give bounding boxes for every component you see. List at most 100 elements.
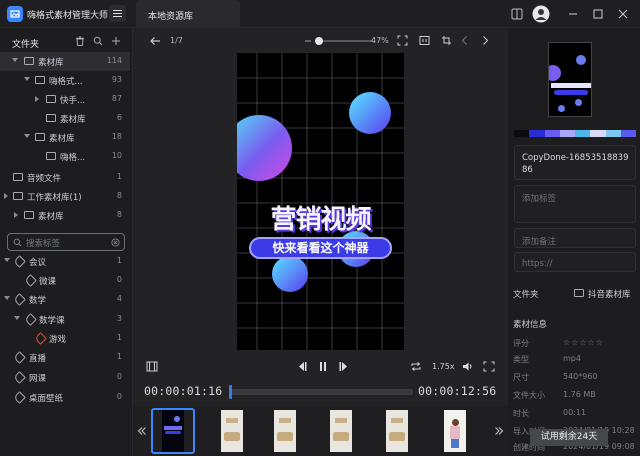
crop-icon[interactable]: [441, 35, 452, 46]
tree-item-count: 6: [116, 113, 122, 122]
tree-item[interactable]: 音频文件 1: [0, 168, 130, 187]
color-swatch[interactable]: [544, 130, 560, 137]
thumbnail-item[interactable]: [263, 408, 307, 454]
chevron-down-icon[interactable]: [12, 58, 18, 62]
tree-item[interactable]: 素材库 18: [0, 128, 130, 147]
tag-item[interactable]: 数学 4: [0, 290, 130, 309]
prev-frame-icon[interactable]: [296, 361, 308, 372]
minimize-icon[interactable]: [566, 7, 580, 21]
chevron-right-icon[interactable]: [480, 35, 490, 46]
double-chevron-right-icon[interactable]: [494, 426, 504, 436]
color-swatch[interactable]: [605, 130, 621, 137]
thumbnail-item[interactable]: [375, 408, 419, 454]
playback-controls: 1.75x: [133, 356, 508, 376]
thumbnail-item[interactable]: [433, 408, 477, 454]
filename-field[interactable]: CopyDone-1685351883986: [514, 145, 636, 180]
color-swatch[interactable]: [514, 130, 530, 137]
thumbnail-item[interactable]: [319, 408, 363, 454]
tree-item[interactable]: 工作素材库(1) 8: [0, 187, 130, 206]
playback-speed[interactable]: 1.75x: [432, 362, 455, 371]
video-preview[interactable]: 营销视频 快来看看这个神器: [237, 53, 404, 350]
rating-stars[interactable]: ☆☆☆☆☆: [563, 338, 604, 347]
tag-item[interactable]: 数学课 3: [0, 310, 130, 329]
sidebar-toggle-icon[interactable]: [510, 7, 524, 21]
tag-item[interactable]: 直播 1: [0, 348, 130, 367]
tag-item[interactable]: 微课 0: [0, 271, 130, 290]
info-value: 00:11: [563, 408, 587, 417]
chevron-down-icon[interactable]: [4, 296, 10, 300]
folder-value[interactable]: 抖音素材库: [588, 288, 631, 300]
url-field[interactable]: https://: [514, 252, 636, 272]
chevron-down-icon[interactable]: [24, 77, 30, 81]
info-value: 540*960: [563, 372, 598, 381]
folder-icon: [24, 211, 34, 219]
chevron-right-icon[interactable]: [14, 212, 18, 218]
trash-icon[interactable]: [75, 36, 85, 46]
tree-item[interactable]: 素材库 8: [0, 206, 130, 225]
tree-item[interactable]: 快手... 87: [0, 90, 130, 109]
tree-item-label: 工作素材库(1): [27, 193, 82, 203]
tab-local-library[interactable]: 本地资源库: [136, 0, 240, 28]
color-swatch[interactable]: [529, 130, 545, 137]
preview-thumbnail: [548, 42, 592, 117]
thumbnail-item[interactable]: [210, 408, 254, 454]
tree-item[interactable]: 素材库 114: [0, 52, 130, 71]
tag-search-input[interactable]: 搜索标签: [7, 233, 125, 251]
tag-count: 1: [116, 352, 122, 361]
tag-field[interactable]: 添加标签: [514, 185, 636, 223]
playhead-handle[interactable]: [229, 385, 232, 399]
volume-icon[interactable]: [462, 361, 474, 372]
storyboard-icon[interactable]: [146, 361, 158, 372]
next-frame-icon[interactable]: [338, 361, 350, 372]
tree-item-count: 1: [116, 172, 122, 181]
search-icon[interactable]: [93, 36, 103, 46]
avatar[interactable]: [532, 5, 550, 23]
tree-item[interactable]: 嗨格式... 93: [0, 71, 130, 90]
tag-item[interactable]: 会议 1: [0, 252, 130, 271]
tag-icon: [13, 351, 26, 364]
trial-badge[interactable]: 试用剩余24天: [530, 429, 608, 446]
tag-label: 微课: [39, 277, 57, 287]
current-time: 00:00:01:16: [144, 384, 223, 398]
color-swatch[interactable]: [559, 130, 575, 137]
tag-count: 4: [116, 294, 122, 303]
chevron-down-icon[interactable]: [4, 258, 10, 262]
color-swatch[interactable]: [590, 130, 606, 137]
loop-icon[interactable]: [410, 361, 422, 372]
color-swatch[interactable]: [575, 130, 591, 137]
chevron-down-icon[interactable]: [24, 134, 30, 138]
color-swatch[interactable]: [620, 130, 636, 137]
tag-count: 0: [116, 392, 122, 401]
progress-bar[interactable]: [230, 389, 413, 395]
chevron-right-icon[interactable]: [35, 96, 39, 102]
thumbnail-strip: [133, 406, 508, 456]
actual-size-icon[interactable]: [419, 35, 430, 46]
chevron-right-icon[interactable]: [4, 193, 8, 199]
add-folder-icon[interactable]: [111, 36, 121, 46]
tag-label: 会议: [29, 258, 47, 268]
maximize-icon[interactable]: [591, 7, 605, 21]
tag-item[interactable]: 网课 0: [0, 368, 130, 387]
tree-item-count: 10: [111, 151, 122, 160]
fit-screen-icon[interactable]: [397, 35, 408, 46]
zoom-slider[interactable]: [305, 35, 373, 47]
menu-icon[interactable]: [109, 5, 126, 22]
fullscreen-icon[interactable]: [483, 361, 495, 372]
tag-item[interactable]: 游戏 1: [0, 329, 130, 348]
folder-icon: [13, 192, 23, 200]
clear-icon[interactable]: [111, 238, 120, 247]
folder-icon: [35, 133, 45, 141]
folder-icon: [35, 76, 45, 84]
chevron-down-icon[interactable]: [14, 316, 20, 320]
tree-item[interactable]: 嗨格... 10: [0, 147, 130, 166]
double-chevron-left-icon[interactable]: [137, 426, 147, 436]
thumbnail-item[interactable]: [151, 408, 195, 454]
chevron-left-icon[interactable]: [460, 35, 470, 46]
note-field[interactable]: 添加备注: [514, 228, 636, 248]
tree-item[interactable]: 素材库 6: [0, 109, 130, 128]
tag-item[interactable]: 桌面壁纸 0: [0, 388, 130, 407]
back-arrow-icon[interactable]: [149, 35, 161, 47]
pause-icon[interactable]: [317, 361, 329, 372]
info-row-type: 类型 mp4: [513, 354, 638, 367]
close-icon[interactable]: [616, 7, 630, 21]
